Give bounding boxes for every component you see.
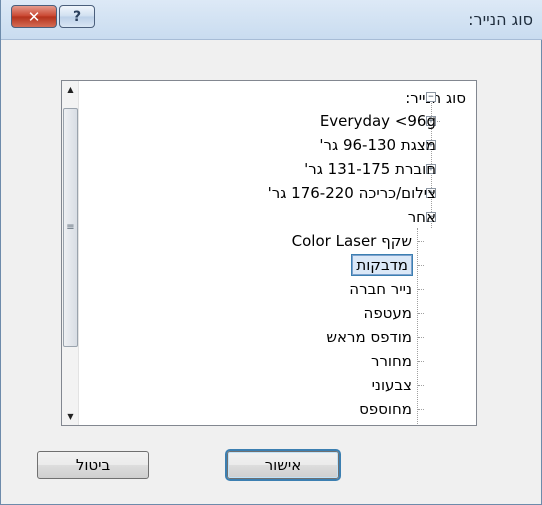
- scrollbar-thumb[interactable]: ≡: [63, 108, 78, 347]
- close-icon: ✕: [27, 7, 41, 26]
- tree-connector: [418, 337, 424, 338]
- tree-item-labels[interactable]: מדבקות: [352, 253, 412, 277]
- scroll-down-arrow-icon[interactable]: ▼: [62, 408, 79, 425]
- window-title: סוג הנייר:: [468, 10, 533, 29]
- tree-item-label: Everyday <96g: [319, 112, 436, 130]
- tree-item-presentation[interactable]: מצגת 96-130 גר': [319, 133, 436, 157]
- tree-item-label: צילום/כריכה 176-220 גר': [267, 184, 436, 202]
- help-icon: ?: [72, 8, 82, 25]
- tree-item-preprinted[interactable]: מודפס מראש: [326, 325, 412, 349]
- tree-connector: [418, 265, 424, 266]
- tree-item-brochure[interactable]: חוברת 131-175 גר': [304, 157, 436, 181]
- tree-item-label: נייר חברה: [349, 280, 412, 298]
- tree-item-transparency[interactable]: שקף Color Laser: [292, 229, 412, 253]
- tree-item-label: מעטפה: [363, 304, 412, 322]
- paper-type-tree[interactable]: ▲ ≡ ▼ סוג הנייר: − + Everyday <96g + מצג…: [61, 80, 477, 426]
- grip-icon: ≡: [66, 221, 75, 233]
- ok-button[interactable]: אישור: [227, 451, 339, 479]
- help-button[interactable]: ?: [59, 5, 95, 28]
- cancel-button-label: ביטול: [75, 456, 111, 474]
- tree-connector: [418, 361, 424, 362]
- tree-item-everyday[interactable]: Everyday <96g: [320, 109, 436, 133]
- tree-connector: [417, 228, 418, 425]
- paper-type-dialog: ✕ ? סוג הנייר: ▲ ≡ ▼ סוג הנייר: − + Ever…: [0, 0, 542, 505]
- title-bar: ✕ ? סוג הנייר:: [1, 0, 542, 40]
- tree-item-label: אחר: [407, 208, 436, 226]
- close-button[interactable]: ✕: [11, 5, 57, 28]
- tree-connector: [418, 289, 424, 290]
- tree-item-photo-cover[interactable]: צילום/כריכה 176-220 גר': [268, 181, 436, 205]
- vertical-scrollbar[interactable]: ▲ ≡ ▼: [62, 81, 79, 425]
- tree-item-prepunched[interactable]: מחורר: [371, 349, 412, 373]
- tree-item-colored[interactable]: צבעוני: [372, 373, 412, 397]
- ok-button-label: אישור: [264, 456, 302, 474]
- tree-connector: [418, 409, 424, 410]
- tree-item-label-selected: מדבקות: [352, 255, 412, 275]
- tree-item-label: מחורר: [370, 352, 412, 370]
- tree-item-label: חוברת 131-175 גר': [304, 160, 436, 178]
- tree-connector: [418, 241, 424, 242]
- cancel-button[interactable]: ביטול: [37, 451, 149, 479]
- collapse-icon[interactable]: −: [426, 92, 436, 102]
- tree-connector: [418, 385, 424, 386]
- tree-item-rough[interactable]: מחוספס: [359, 397, 412, 421]
- tree-item-label: שקף Color Laser: [291, 232, 412, 250]
- scroll-up-arrow-icon[interactable]: ▲: [62, 81, 79, 98]
- tree-item-label: מצגת 96-130 גר': [319, 136, 436, 154]
- tree-item-other[interactable]: אחר: [408, 205, 436, 229]
- tree-item-letterhead[interactable]: נייר חברה: [349, 277, 412, 301]
- tree-item-label: מחוספס: [359, 400, 412, 418]
- tree-item-label: צבעוני: [371, 376, 412, 394]
- tree-item-envelope[interactable]: מעטפה: [364, 301, 412, 325]
- tree-item-label: מודפס מראש: [326, 328, 412, 346]
- tree-connector: [418, 313, 424, 314]
